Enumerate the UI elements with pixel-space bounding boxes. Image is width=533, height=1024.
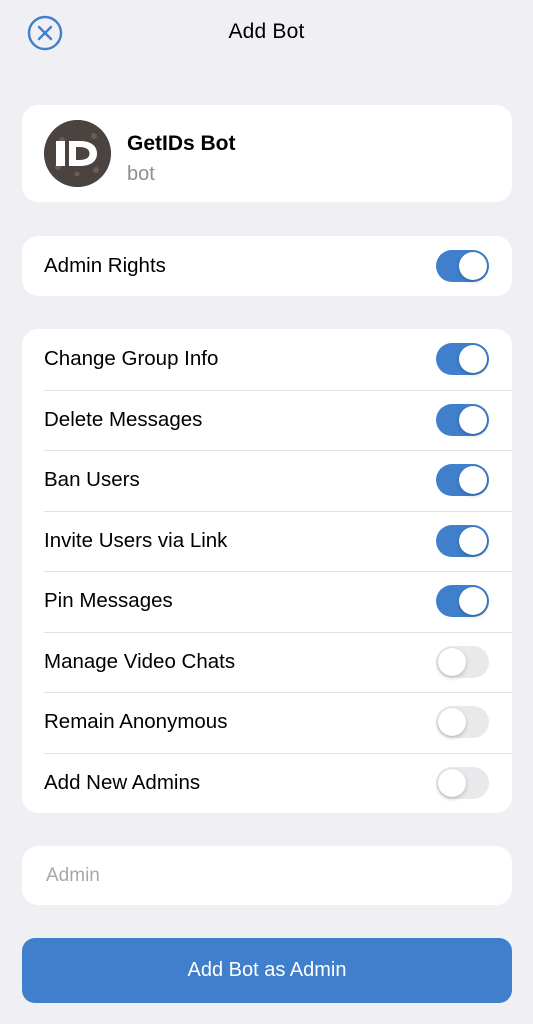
toggle-knob [459, 466, 487, 495]
permission-row-invite-users: Invite Users via Link [22, 510, 512, 572]
admin-title-card [22, 846, 512, 905]
permission-row-ban-users: Ban Users [22, 450, 512, 511]
admin-rights-card: Admin Rights [22, 236, 512, 296]
bot-name: GetIDs Bot [127, 132, 236, 155]
permission-row-pin-messages: Pin Messages [22, 571, 512, 632]
permission-label: Pin Messages [44, 589, 173, 613]
header: Add Bot [0, 0, 533, 66]
delete-messages-toggle[interactable] [436, 403, 489, 436]
ban-users-toggle[interactable] [436, 464, 489, 497]
toggle-knob [438, 768, 466, 797]
permission-label: Remain Anonymous [44, 710, 228, 734]
permission-row-manage-video-chats: Manage Video Chats [22, 631, 512, 693]
add-bot-as-admin-button[interactable]: Add Bot as Admin [22, 938, 512, 1003]
toggle-knob [459, 405, 487, 434]
bot-info-card: GetIDs Bot bot [22, 105, 512, 202]
add-bot-screen: Add Bot GetIDs Bot bot Admin Rights Chan… [0, 0, 533, 1024]
admin-rights-row: Admin Rights [22, 236, 512, 296]
page-title: Add Bot [228, 20, 305, 43]
permission-row-change-group-info: Change Group Info [22, 329, 512, 390]
bot-subtitle: bot [127, 163, 155, 185]
admin-rights-toggle[interactable] [436, 250, 489, 283]
toggle-knob [438, 708, 466, 737]
permission-label: Manage Video Chats [44, 649, 236, 673]
admin-rights-label: Admin Rights [44, 254, 166, 278]
permission-label: Delete Messages [44, 407, 203, 431]
permission-label: Add New Admins [44, 770, 201, 794]
permissions-card: Change Group Info Delete Messages Ban Us… [22, 329, 512, 813]
toggle-knob [438, 647, 466, 676]
change-group-info-toggle[interactable] [436, 343, 489, 376]
permission-row-add-new-admins: Add New Admins [22, 752, 512, 814]
pin-messages-toggle[interactable] [436, 585, 489, 618]
permission-label: Invite Users via Link [44, 528, 228, 552]
permission-row-remain-anonymous: Remain Anonymous [22, 692, 512, 753]
bot-avatar [44, 120, 111, 187]
toggle-knob [459, 252, 487, 281]
getids-logo-avatar [44, 120, 111, 187]
manage-video-chats-toggle[interactable] [436, 645, 489, 678]
remain-anonymous-toggle[interactable] [436, 706, 489, 739]
toggle-knob [459, 526, 487, 555]
permission-row-delete-messages: Delete Messages [22, 389, 512, 451]
add-new-admins-toggle[interactable] [436, 766, 489, 799]
toggle-knob [459, 345, 487, 374]
invite-users-toggle[interactable] [436, 524, 489, 557]
permission-label: Ban Users [44, 468, 140, 492]
permission-label: Change Group Info [44, 347, 219, 371]
toggle-knob [459, 587, 487, 616]
admin-title-input[interactable] [22, 846, 512, 905]
